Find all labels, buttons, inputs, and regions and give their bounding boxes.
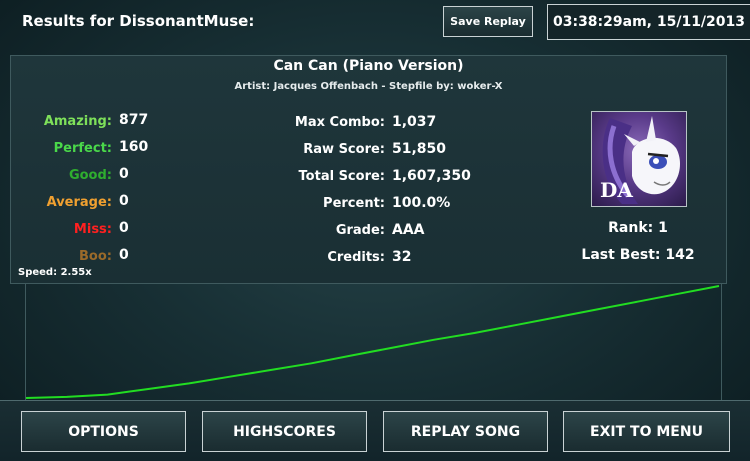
stat-label-percent: Percent: [323,196,385,211]
save-replay-button[interactable]: Save Replay [443,6,533,37]
stat-label-credits: Credits: [327,250,385,265]
stat-value-percent: 100.0% [392,195,451,211]
stat-value-raw-score: 51,850 [392,141,447,157]
stat-label-max-combo: Max Combo: [294,115,385,130]
last-best-display: Last Best: 142 [581,247,695,263]
stat-value-max-combo: 1,037 [392,114,437,130]
speed-indicator: Speed: 2.55x [18,267,92,278]
avatar-logo: DA [600,178,633,202]
stat-value-grade: AAA [392,222,425,238]
stat-label-total-score: Total Score: [298,169,385,184]
stat-value-credits: 32 [392,249,412,265]
score-graph [25,284,722,400]
options-button[interactable]: OPTIONS [21,411,186,452]
highscores-button[interactable]: HIGHSCORES [202,411,367,452]
stat-label-raw-score: Raw Score: [303,142,385,157]
song-artist-stepfile: Artist: Jacques Offenbach - Stepfile by:… [234,81,503,92]
stat-value-total-score: 1,607,350 [392,168,471,184]
replay-song-button[interactable]: REPLAY SONG [383,411,548,452]
rank-display: Rank: 1 [608,220,668,236]
stat-label-grade: Grade: [335,223,385,238]
song-title: Can Can (Piano Version) [273,58,464,74]
datetime-display: 03:38:29am, 15/11/2013 [547,4,750,40]
results-title: Results for DissonantMuse: [22,12,255,30]
exit-to-menu-button[interactable]: EXIT TO MENU [563,411,730,452]
score-graph-svg [25,285,720,399]
score-graph-line [25,285,720,399]
player-avatar: DA [591,111,687,207]
